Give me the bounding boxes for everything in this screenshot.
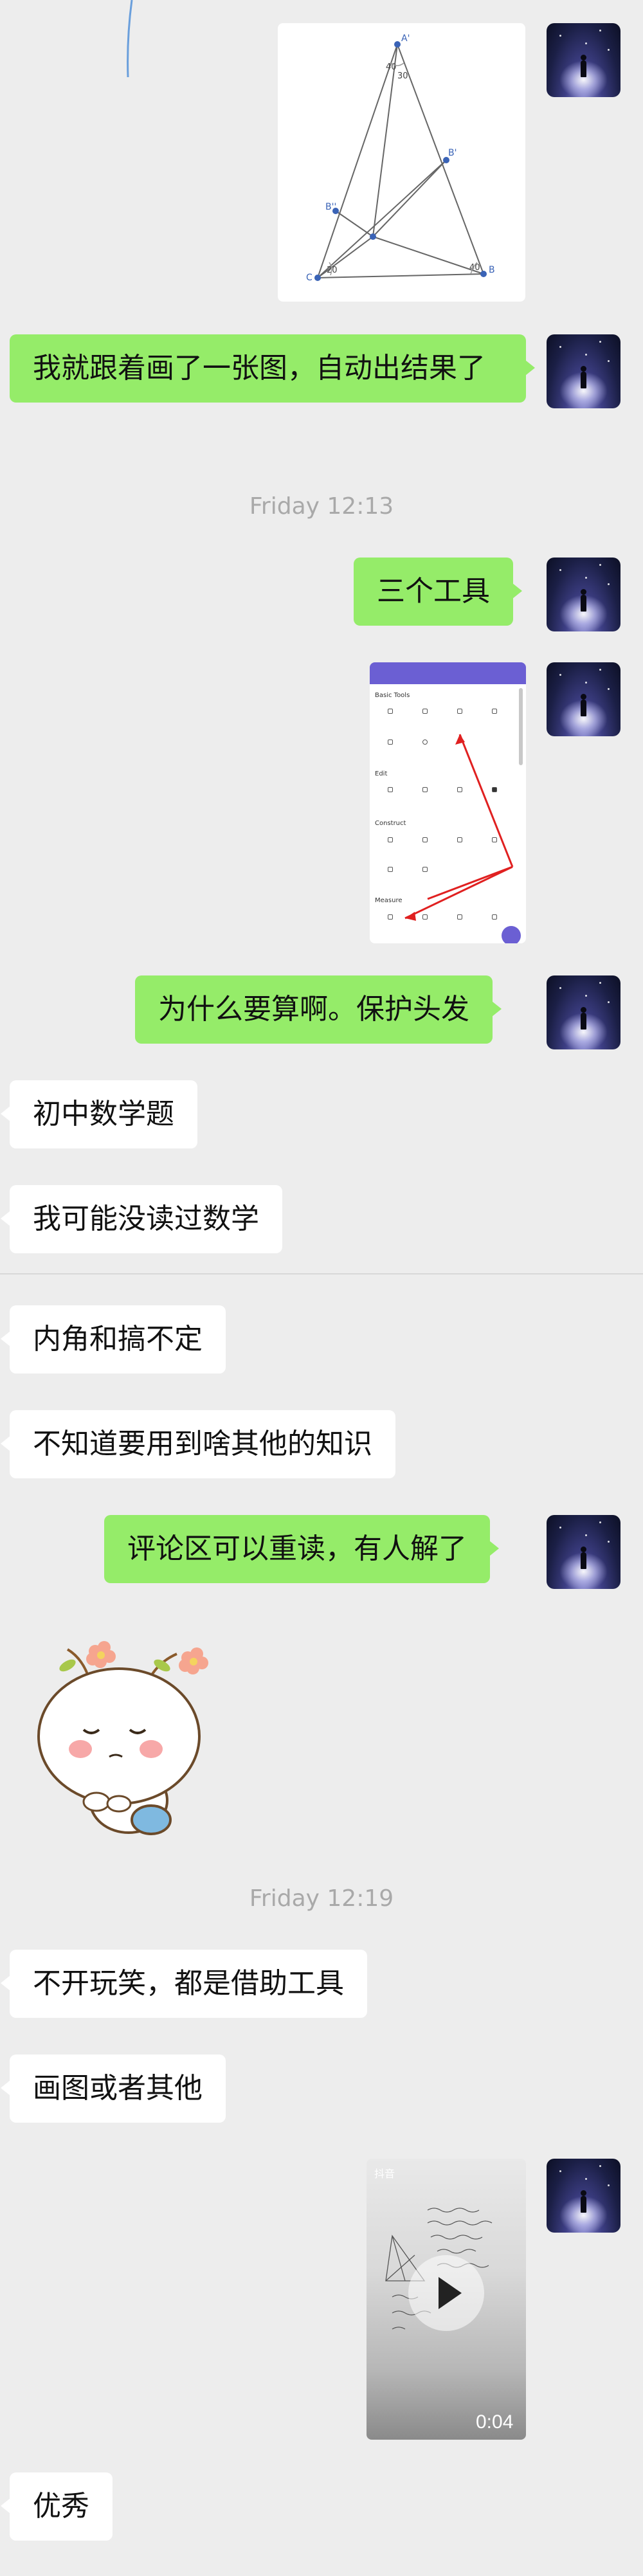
geometry-image-message[interactable]: A' B' B'' C B 40 30 20 40 [278, 23, 525, 302]
fab-button[interactable] [502, 926, 521, 943]
avatar[interactable] [547, 975, 620, 1049]
their-message-bubble[interactable]: 不开玩笑，都是借助工具 [1, 1950, 367, 2018]
avatar[interactable] [547, 558, 620, 631]
my-message-bubble[interactable]: 为什么要算啊。保护头发 [135, 975, 502, 1044]
tools-screenshot-message[interactable]: Basic Tools Edit Construct Measure [370, 662, 526, 943]
geometry-diagram: A' B' B'' C B 40 30 20 40 [306, 33, 495, 283]
video-message[interactable]: 抖音 0:04 [367, 2159, 526, 2440]
point-label-c: C [306, 273, 312, 283]
avatar[interactable] [547, 1515, 620, 1589]
angle-label-c2: 40 [469, 263, 480, 273]
avatar[interactable] [547, 662, 620, 736]
point-label-a: A' [401, 33, 410, 44]
their-message-bubble[interactable]: 优秀 [1, 2472, 113, 2541]
sticker-message[interactable] [19, 1633, 225, 1839]
my-message-bubble[interactable]: 三个工具 [354, 558, 522, 626]
point-label-b: B [489, 265, 495, 275]
avatar[interactable] [547, 334, 620, 408]
their-message-bubble[interactable]: 画图或者其他 [1, 2054, 226, 2123]
their-message-bubble[interactable]: 内角和搞不定 [1, 1305, 226, 1374]
video-duration: 0:04 [476, 2411, 514, 2433]
their-message-bubble[interactable]: 初中数学题 [1, 1080, 197, 1148]
angle-label-top2: 30 [397, 71, 408, 81]
divider [0, 1273, 643, 1274]
their-message-bubble[interactable]: 我可能没读过数学 [1, 1185, 282, 1253]
angle-label-top: 40 [386, 62, 397, 72]
timestamp: Friday 12:13 [249, 493, 394, 520]
video-watermark: 抖音 [374, 2168, 395, 2180]
avatar[interactable] [547, 23, 620, 97]
timestamp: Friday 12:19 [249, 1885, 394, 1912]
my-message-bubble[interactable]: 评论区可以重读，有人解了 [104, 1515, 499, 1583]
previous-image-fragment [127, 0, 133, 78]
my-message-bubble[interactable]: 我就跟着画了一张图，自动出结果了 [10, 334, 535, 403]
annotation-arrows [404, 734, 514, 921]
play-icon[interactable] [408, 2255, 484, 2331]
point-label-b-prime: B' [448, 148, 457, 158]
avatar[interactable] [547, 2159, 620, 2233]
their-message-bubble[interactable]: 不知道要用到啥其他的知识 [1, 1410, 395, 1478]
point-label-b-dbl: B'' [325, 202, 336, 212]
